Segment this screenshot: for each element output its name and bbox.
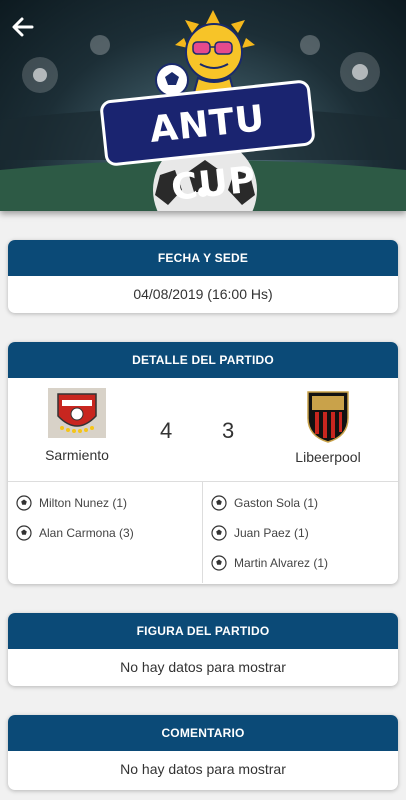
match-detail-title: DETALLE DEL PARTIDO [8, 342, 398, 378]
away-team[interactable]: Libeerpool [278, 388, 378, 465]
match-detail-card: DETALLE DEL PARTIDO Sarmiento 4 3 Libeer… [8, 342, 398, 584]
soccer-ball-icon [16, 525, 32, 541]
home-team[interactable]: Sarmiento [27, 388, 127, 463]
scorer-label: Gaston Sola (1) [234, 496, 319, 510]
back-button[interactable] [8, 12, 38, 42]
soccer-ball-icon [211, 525, 227, 541]
scorers-divider [202, 482, 203, 583]
comment-title: COMENTARIO [8, 715, 398, 751]
scorer-item: Alan Carmona (3) [16, 518, 134, 548]
scorer-label: Alan Carmona (3) [39, 526, 134, 540]
match-info-title: FECHA Y SEDE [8, 240, 398, 276]
teams-row: Sarmiento 4 3 Libeerpool [8, 378, 398, 482]
scorer-item: Milton Nunez (1) [16, 488, 134, 518]
home-team-name: Sarmiento [45, 447, 109, 463]
scorer-label: Milton Nunez (1) [39, 496, 128, 510]
figure-card: FIGURA DEL PARTIDO No hay datos para mos… [8, 613, 398, 686]
scorer-label: Juan Paez (1) [234, 526, 309, 540]
comment-text: No hay datos para mostrar [120, 761, 286, 777]
home-score: 4 [160, 418, 173, 443]
carousel-indicator[interactable] [198, 187, 208, 197]
scorer-item: Gaston Sola (1) [211, 488, 328, 518]
away-team-name: Libeerpool [295, 449, 361, 465]
scorer-item: Martin Alvarez (1) [211, 548, 328, 578]
soccer-ball-icon [211, 495, 227, 511]
ogc-nice-crest-icon [307, 391, 349, 443]
scorer-item: Juan Paez (1) [211, 518, 328, 548]
sarmiento-crest-icon [48, 388, 106, 438]
comment-card: COMENTARIO No hay datos para mostrar [8, 715, 398, 790]
arrow-left-icon [12, 17, 34, 37]
match-datetime: 04/08/2019 (16:00 Hs) [133, 286, 273, 302]
soccer-ball-icon [211, 555, 227, 571]
scorers-section: Milton Nunez (1) Alan Carmona (3) Gaston… [8, 482, 398, 583]
hero-banner: ANTU CUP [0, 0, 406, 211]
figure-text: No hay datos para mostrar [120, 659, 286, 675]
scorer-label: Martin Alvarez (1) [234, 556, 329, 570]
home-scorers: Milton Nunez (1) Alan Carmona (3) [16, 482, 134, 548]
soccer-ball-icon [16, 495, 32, 511]
match-info-card: FECHA Y SEDE 04/08/2019 (16:00 Hs) [8, 240, 398, 313]
away-score: 3 [222, 418, 235, 443]
figure-title: FIGURA DEL PARTIDO [8, 613, 398, 649]
away-scorers: Gaston Sola (1) Juan Paez (1) Martin Alv… [211, 482, 328, 578]
